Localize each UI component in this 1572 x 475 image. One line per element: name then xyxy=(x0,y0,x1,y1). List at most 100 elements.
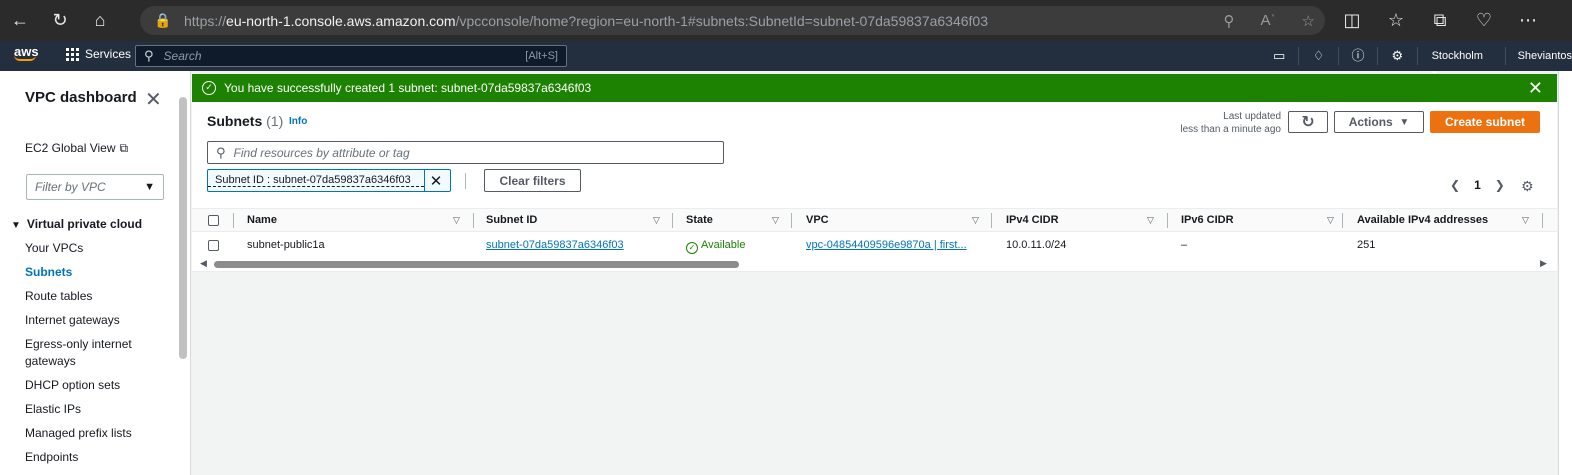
table-horizontal-scrollbar[interactable]: ◀ ▶ xyxy=(192,258,1557,270)
column-header-name[interactable]: Name ▽ xyxy=(247,209,467,232)
filter-token-label[interactable]: Subnet ID : subnet-07da59837a6346f03 xyxy=(208,174,424,187)
services-menu[interactable]: Services xyxy=(66,47,131,61)
aws-logo[interactable]: aws xyxy=(14,44,39,61)
preferences-gear-icon[interactable]: ⚙ xyxy=(1521,178,1534,195)
search-shortcut: [Alt+S] xyxy=(525,50,558,62)
collections-icon[interactable]: ⧉ xyxy=(1418,0,1462,41)
column-divider xyxy=(233,213,234,228)
row-checkbox[interactable] xyxy=(208,240,219,251)
expand-triangle-icon: ▼ xyxy=(11,220,21,231)
favorite-star-icon[interactable]: ☆ xyxy=(1302,12,1315,30)
sidebar-item-endpoints[interactable]: Endpoints xyxy=(25,449,145,466)
url-text: https://eu-north-1.console.aws.amazon.co… xyxy=(184,12,989,29)
pagination: ❮ 1 ❯ xyxy=(1450,178,1505,192)
sort-icon: ▽ xyxy=(453,215,460,225)
home-icon[interactable]: ⌂ xyxy=(80,0,120,41)
filter-token[interactable]: Subnet ID : subnet-07da59837a6346f03 ✕ xyxy=(207,169,451,192)
subnets-table-container: Subnets (1) Info Last updated less than … xyxy=(192,102,1557,272)
help-icon[interactable]: ⓘ xyxy=(1339,47,1379,65)
flash-message: You have successfully created 1 subnet: … xyxy=(224,81,592,95)
actions-button[interactable]: Actions ▼ xyxy=(1334,111,1424,133)
close-icon[interactable]: ✕ xyxy=(145,87,162,112)
sort-icon: ▽ xyxy=(1327,215,1334,225)
column-divider[interactable] xyxy=(1167,213,1168,228)
sidebar-scrollbar[interactable] xyxy=(179,97,187,359)
column-divider[interactable] xyxy=(791,213,792,228)
cell-vpc-link[interactable]: vpc-04854409596e9870a | first... xyxy=(806,233,981,258)
column-header-ipv4-cidr[interactable]: IPv4 CIDR ▽ xyxy=(1006,209,1166,232)
split-screen-icon[interactable]: ◫ xyxy=(1330,0,1374,41)
sidebar-title[interactable]: VPC dashboard xyxy=(25,89,137,106)
create-subnet-button[interactable]: Create subnet xyxy=(1430,111,1540,133)
last-updated: Last updated less than a minute ago xyxy=(1180,111,1281,135)
sidebar-item-route-tables[interactable]: Route tables xyxy=(25,288,145,305)
browser-essentials-icon[interactable]: ♡ xyxy=(1462,0,1506,41)
cloudshell-icon[interactable]: ▭ xyxy=(1260,47,1300,65)
sidebar-item-egress-only-gateways[interactable]: Egress-only internet gateways xyxy=(25,336,145,370)
search-placeholder: Search xyxy=(163,49,202,63)
sort-icon: ▽ xyxy=(653,215,660,225)
services-grid-icon xyxy=(66,47,79,61)
favorites-icon[interactable]: ☆ xyxy=(1374,0,1418,41)
read-aloud-icon[interactable]: Aˈ xyxy=(1261,12,1276,29)
divider xyxy=(465,173,466,189)
dismiss-icon[interactable]: ✕ xyxy=(1528,78,1543,99)
find-placeholder: Find resources by attribute or tag xyxy=(233,145,410,160)
table-row[interactable]: subnet-public1a subnet-07da59837a6346f03… xyxy=(192,233,1557,258)
scroll-right-icon[interactable]: ▶ xyxy=(1540,258,1547,269)
page-number[interactable]: 1 xyxy=(1474,178,1481,192)
sort-icon: ▽ xyxy=(972,215,979,225)
success-flashbar: ✓ You have successfully created 1 subnet… xyxy=(192,74,1557,102)
column-divider[interactable] xyxy=(1342,213,1343,228)
sidebar-item-managed-prefix-lists[interactable]: Managed prefix lists xyxy=(25,425,145,442)
column-header-state[interactable]: State ▽ xyxy=(686,209,786,232)
sidebar-item-internet-gateways[interactable]: Internet gateways xyxy=(25,312,145,329)
sidebar-item-elastic-ips[interactable]: Elastic IPs xyxy=(25,401,145,418)
aws-search-input[interactable]: ⚲ Search [Alt+S] xyxy=(135,45,567,67)
sidebar-item-dhcp-option-sets[interactable]: DHCP option sets xyxy=(25,377,145,394)
column-divider[interactable] xyxy=(672,213,673,228)
column-header-vpc[interactable]: VPC ▽ xyxy=(806,209,986,232)
column-header-ipv6-cidr[interactable]: IPv6 CIDR ▽ xyxy=(1181,209,1341,232)
scrollbar-thumb[interactable] xyxy=(214,261,739,268)
address-bar[interactable]: 🔒 https://eu-north-1.console.aws.amazon.… xyxy=(140,6,1325,35)
region-selector[interactable]: Stockholm ▾ xyxy=(1418,47,1506,80)
sort-icon: ▽ xyxy=(1147,215,1154,225)
scroll-left-icon[interactable]: ◀ xyxy=(200,258,207,269)
cell-name: subnet-public1a xyxy=(247,239,325,251)
cell-subnet-id-link[interactable]: subnet-07da59837a6346f03 xyxy=(486,233,666,258)
column-divider[interactable] xyxy=(991,213,992,228)
external-link-icon: ⧉ xyxy=(119,141,129,155)
subnets-panel: Subnets (1) Info Last updated less than … xyxy=(192,102,1557,475)
sidebar-section-vpc[interactable]: ▼ Virtual private cloud xyxy=(11,217,142,231)
aws-top-nav: aws Services ⚲ Search [Alt+S] ▭ ♢ ⓘ ⚙ St… xyxy=(0,41,1572,80)
find-resources-input[interactable]: ⚲ Find resources by attribute or tag xyxy=(207,141,724,164)
sidebar-global-view[interactable]: EC2 Global View ⧉ xyxy=(25,141,128,156)
sidebar-item-subnets[interactable]: Subnets xyxy=(25,264,145,281)
account-menu[interactable]: Sheviantos xyxy=(1506,50,1572,62)
column-header-subnet-id[interactable]: Subnet ID ▽ xyxy=(486,209,666,232)
settings-gear-icon[interactable]: ⚙ xyxy=(1378,47,1418,65)
more-icon[interactable]: ⋯ xyxy=(1506,0,1550,41)
sort-icon: ▽ xyxy=(1522,215,1529,225)
select-all-checkbox[interactable] xyxy=(208,215,219,226)
info-link[interactable]: Info xyxy=(289,116,307,127)
page-title: Subnets (1) xyxy=(207,113,284,129)
remove-filter-icon[interactable]: ✕ xyxy=(424,170,447,191)
available-check-icon: ✓ xyxy=(686,242,698,254)
right-edge-panel xyxy=(1558,71,1572,475)
vpc-filter-select[interactable]: Filter by VPC ▼ xyxy=(26,174,164,200)
zoom-icon[interactable]: ⚲ xyxy=(1224,12,1235,30)
column-divider[interactable] xyxy=(1542,213,1543,228)
prev-page-icon[interactable]: ❮ xyxy=(1450,178,1460,192)
sidebar-item-your-vpcs[interactable]: Your VPCs xyxy=(25,240,145,257)
refresh-button[interactable]: ↻ xyxy=(1288,111,1328,133)
column-divider[interactable] xyxy=(473,213,474,228)
refresh-icon[interactable]: ↻ xyxy=(40,0,80,41)
column-header-available-ipv4[interactable]: Available IPv4 addresses ▽ xyxy=(1357,209,1542,232)
back-icon[interactable]: ← xyxy=(0,0,40,41)
notifications-bell-icon[interactable]: ♢ xyxy=(1299,47,1339,65)
cell-state: ✓ Available xyxy=(686,233,786,258)
next-page-icon[interactable]: ❯ xyxy=(1495,178,1505,192)
clear-filters-button[interactable]: Clear filters xyxy=(484,169,581,192)
